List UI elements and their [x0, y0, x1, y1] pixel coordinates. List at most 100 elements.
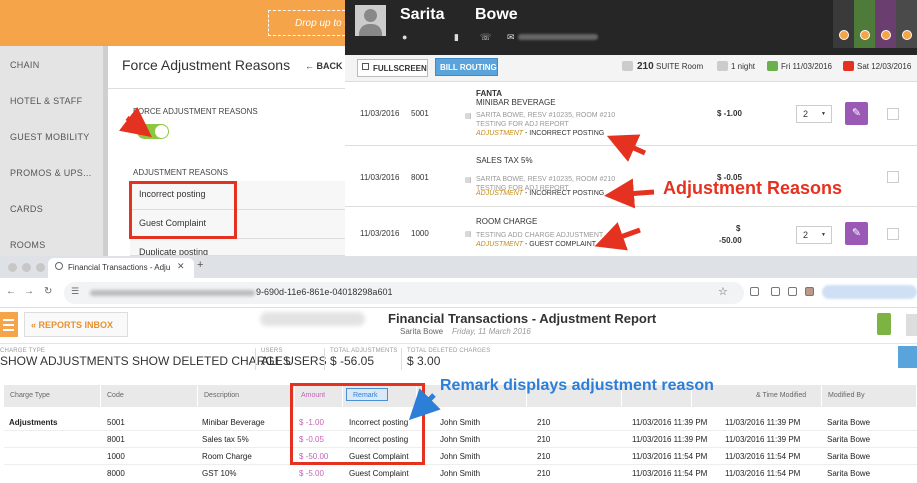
building-icon[interactable] — [877, 313, 891, 335]
force-adjustment-label: FORCE ADJUSTMENT REASONS — [133, 107, 258, 116]
site-settings-icon[interactable]: ☰ — [71, 286, 79, 297]
mobile-icon: ▮ — [454, 32, 459, 42]
drop-zone[interactable]: Drop up to 8 — [268, 10, 345, 36]
chevron-down-icon: ▼ — [821, 232, 826, 238]
bookmark-star-icon[interactable]: ☆ — [718, 285, 728, 298]
column-modified-by[interactable]: Modified By — [822, 385, 917, 407]
tile[interactable] — [875, 0, 896, 48]
row-checkbox[interactable] — [887, 108, 899, 120]
row-adjustment: ADJUSTMENT - INCORRECT POSTING — [476, 190, 605, 197]
row-subtitle: MINIBAR BEVERAGE — [476, 98, 556, 107]
menu-line — [3, 324, 14, 326]
nights: 1 night — [731, 62, 756, 71]
window-zoom-dot[interactable] — [36, 263, 45, 272]
sidebar-item-rooms[interactable]: ROOMS — [10, 240, 46, 250]
quantity-value: 2 — [803, 230, 809, 240]
avatar-body-shape — [359, 24, 382, 36]
sidebar-item-cards[interactable]: CARDS — [10, 204, 43, 214]
column-description[interactable]: Description — [198, 385, 295, 407]
highlight-box-reasons — [129, 181, 237, 239]
cell-code: 8001 — [107, 435, 125, 444]
tile[interactable] — [854, 0, 875, 48]
extension-icon[interactable] — [805, 287, 814, 296]
row-amount-currency: $ — [736, 224, 741, 233]
report-title: Financial Transactions - Adjustment Repo… — [388, 311, 657, 326]
filter-value: ALL USERS — [261, 354, 327, 368]
settings-sidebar: CHAIN HOTEL & STAFF GUEST MOBILITY PROMO… — [0, 46, 103, 256]
reload-icon[interactable]: ↻ — [44, 286, 52, 297]
quantity-select[interactable]: 2 ▼ — [796, 105, 832, 123]
settings-icon[interactable] — [906, 314, 917, 336]
cell-code: 5001 — [107, 418, 125, 427]
row-adjustment: ADJUSTMENT - GUEST COMPLAINT — [476, 241, 597, 248]
cell-user: John Smith — [440, 435, 481, 444]
row-checkbox[interactable] — [887, 228, 899, 240]
forward-arrow-icon[interactable]: → — [24, 286, 34, 297]
sidebar-item-promos[interactable]: PROMOS & UPS... — [10, 168, 92, 178]
filter-separator — [255, 348, 256, 370]
reports-inbox-button[interactable]: « REPORTS INBOX — [24, 312, 128, 337]
tile-dot — [839, 30, 849, 40]
column-code[interactable]: Code — [101, 385, 198, 407]
extension-icon[interactable] — [750, 287, 759, 296]
email-redacted — [518, 34, 598, 40]
close-icon[interactable]: ✕ — [177, 261, 185, 272]
fullscreen-icon — [362, 63, 369, 70]
row-checkbox[interactable] — [887, 171, 899, 183]
page-title: Force Adjustment Reasons — [122, 57, 291, 73]
row-code: 8001 — [411, 173, 429, 182]
annotation-adjustment-reasons: Adjustment Reasons — [663, 178, 843, 198]
row-divider — [4, 464, 917, 465]
arrival-date: Fri 11/03/2016 — [781, 62, 832, 71]
row-date: 11/03/2016 — [360, 173, 400, 182]
print-button[interactable] — [898, 346, 917, 368]
tile[interactable] — [833, 0, 854, 48]
nights-icon — [717, 61, 728, 71]
new-tab-icon[interactable]: + — [197, 259, 203, 271]
adjustment-word: ADJUSTMENT — [476, 241, 524, 248]
edit-button[interactable]: ✎ — [845, 102, 868, 125]
sidebar-item-guest-mobility[interactable]: GUEST MOBILITY — [10, 132, 90, 142]
phone-icon: ☏ — [480, 32, 492, 42]
cell-created: 11/03/2016 11:54 PM — [632, 469, 708, 478]
tile-dot — [881, 30, 891, 40]
extension-icon[interactable] — [771, 287, 780, 296]
sidebar-item-chain[interactable]: CHAIN — [10, 60, 40, 70]
window-close-dot[interactable] — [8, 263, 17, 272]
cell-modified: 11/03/2016 11:54 PM — [725, 452, 801, 461]
room-icon — [622, 61, 633, 71]
back-arrow-icon[interactable]: ← — [6, 286, 16, 297]
bill-routing-button[interactable]: BILL ROUTING — [435, 58, 498, 76]
guest-first-name: Sarita — [400, 6, 445, 23]
row-title: SALES TAX 5% — [476, 156, 533, 165]
cell-code: 8000 — [107, 469, 125, 478]
adjustment-reason: INCORRECT POSTING — [529, 130, 605, 137]
chevron-down-icon: ▼ — [821, 111, 826, 117]
cell-user: John Smith — [440, 418, 481, 427]
cell-modified: 11/03/2016 11:39 PM — [725, 435, 801, 444]
back-button[interactable]: ← BACK — [305, 61, 343, 71]
column-charge-type[interactable]: Charge Type — [4, 385, 101, 407]
adjustment-word: ADJUSTMENT — [476, 130, 524, 137]
highlight-box-remarks — [290, 383, 425, 465]
window-minimize-dot[interactable] — [22, 263, 31, 272]
menu-button[interactable] — [0, 312, 18, 337]
avatar-head-shape — [364, 9, 377, 22]
guest-last-name: Bowe — [475, 6, 518, 23]
quantity-select[interactable]: 2 ▼ — [796, 226, 832, 244]
cell-user: John Smith — [440, 469, 481, 478]
sidebar-item-hotel-staff[interactable]: HOTEL & STAFF — [10, 96, 82, 106]
reason-item[interactable]: Duplicate posting — [130, 239, 345, 256]
tile[interactable] — [896, 0, 917, 48]
cell-created: 11/03/2016 11:39 PM — [632, 435, 708, 444]
extension-icon[interactable] — [788, 287, 797, 296]
browser-tab[interactable]: Financial Transactions - Adju — [48, 258, 194, 278]
toggle-knob — [155, 125, 168, 138]
quantity-value: 2 — [803, 109, 809, 119]
header-tiles — [833, 0, 917, 48]
edit-button[interactable]: ✎ — [845, 222, 868, 245]
document-icon: ▤ — [465, 231, 472, 238]
divider — [108, 88, 345, 89]
cell-room: 210 — [537, 435, 551, 444]
cell-modified-by: Sarita Bowe — [827, 435, 871, 444]
